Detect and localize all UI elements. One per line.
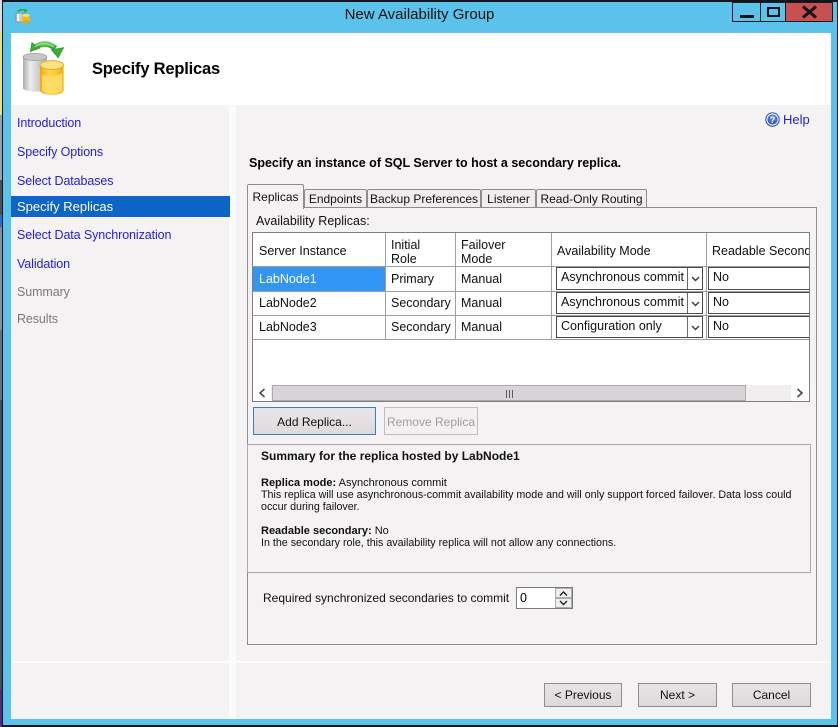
svg-text:?: ?	[770, 115, 776, 125]
